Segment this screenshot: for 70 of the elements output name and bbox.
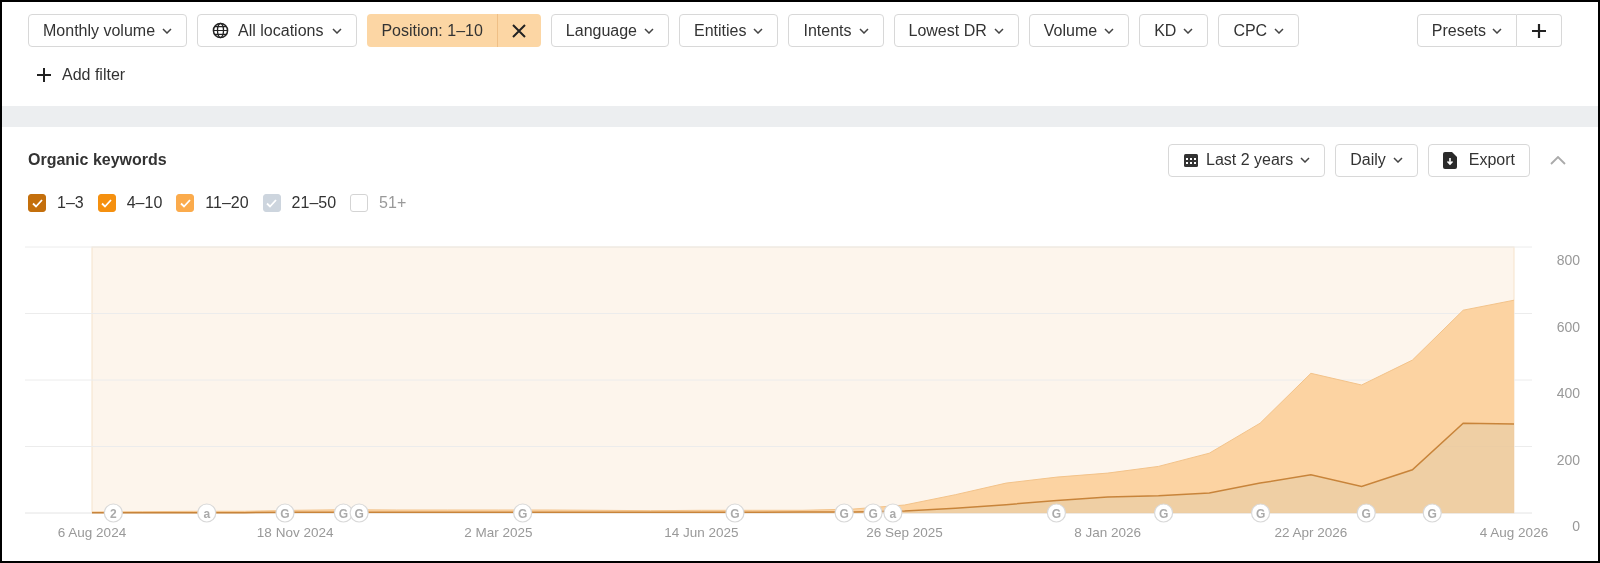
check-icon xyxy=(266,198,278,208)
filter-dropdown[interactable]: Lowest DR xyxy=(893,14,1019,47)
calendar-icon xyxy=(1183,152,1200,168)
event-marker: a xyxy=(883,503,903,523)
axis-label: 800 xyxy=(1556,252,1580,268)
event-marker: G xyxy=(513,503,533,523)
chevron-down-icon xyxy=(1104,27,1115,34)
event-marker: G xyxy=(863,503,883,523)
chevron-down-icon xyxy=(753,27,764,34)
chevron-down-icon xyxy=(644,27,654,34)
chevron-down-icon xyxy=(993,27,1004,34)
chevron-down-icon xyxy=(332,27,343,34)
close-icon[interactable] xyxy=(512,23,527,38)
legend-checkbox[interactable]: 11–20 xyxy=(176,191,249,215)
chevron-down-icon xyxy=(858,27,869,34)
axis-label: 14 Jun 2025 xyxy=(664,525,739,540)
filter-dropdown[interactable]: Entities xyxy=(679,14,779,47)
plus-icon xyxy=(1531,22,1547,39)
axis-label: 26 Sep 2025 xyxy=(866,525,943,540)
axis-label: 22 Apr 2026 xyxy=(1274,525,1348,540)
axis-label: 4 Aug 2026 xyxy=(1479,525,1549,540)
panel-title: Organic keywords xyxy=(28,150,167,170)
event-marker: G xyxy=(725,503,745,523)
applied-filter[interactable]: Position: 1–10 xyxy=(367,14,541,47)
axis-label: 6 Aug 2024 xyxy=(57,525,127,540)
event-marker: a xyxy=(197,503,217,523)
event-marker: G xyxy=(1422,503,1442,523)
filter-dropdown[interactable]: Volume xyxy=(1028,14,1130,47)
event-marker: G xyxy=(275,503,295,523)
chevron-down-icon xyxy=(1300,157,1311,163)
axis-label: 0 xyxy=(1572,518,1580,534)
filter-dropdown[interactable]: Monthly volume xyxy=(28,14,188,47)
chevron-down-icon xyxy=(1183,27,1194,34)
check-icon xyxy=(179,198,191,208)
download-file-icon xyxy=(1442,151,1457,169)
event-marker: 2 xyxy=(103,503,123,523)
legend-checkbox[interactable]: 21–50 xyxy=(262,191,337,215)
event-marker: G xyxy=(834,503,854,523)
chevron-down-icon xyxy=(1492,27,1502,34)
check-icon xyxy=(101,198,113,208)
globe-icon xyxy=(212,22,230,39)
axis-label: 8 Jan 2026 xyxy=(1074,525,1142,540)
chevron-down-icon xyxy=(162,27,173,34)
add-preset-button[interactable] xyxy=(1517,14,1562,47)
period-dropdown[interactable]: Last 2 years xyxy=(1168,143,1326,177)
chevron-down-icon xyxy=(1274,27,1285,34)
axis-label: 18 Nov 2024 xyxy=(256,525,334,540)
event-marker: G xyxy=(1356,503,1376,523)
filter-dropdown[interactable]: Intents xyxy=(788,14,884,47)
filter-dropdown[interactable]: Language xyxy=(550,14,669,47)
chevron-down-icon xyxy=(1392,157,1403,163)
interval-dropdown[interactable]: Daily xyxy=(1335,143,1418,177)
chevron-up-icon xyxy=(1550,155,1566,165)
legend-checkbox[interactable]: 4–10 xyxy=(97,191,163,215)
event-marker: G xyxy=(1251,503,1271,523)
export-button[interactable]: Export xyxy=(1427,143,1530,177)
presets-dropdown[interactable]: Presets xyxy=(1416,14,1517,47)
check-icon xyxy=(31,198,43,208)
axis-label: 2 Mar 2025 xyxy=(464,525,533,540)
filter-dropdown[interactable]: KD xyxy=(1139,14,1209,47)
event-marker: G xyxy=(1046,503,1066,523)
axis-label: 600 xyxy=(1556,318,1580,335)
legend-checkbox[interactable]: 1–3 xyxy=(28,191,84,215)
event-marker: G xyxy=(349,503,369,523)
filter-dropdown[interactable]: CPC xyxy=(1218,14,1300,47)
event-marker: G xyxy=(1154,503,1174,523)
axis-label: 400 xyxy=(1556,385,1580,401)
axis-label: 200 xyxy=(1556,451,1580,468)
plus-icon xyxy=(36,66,52,83)
location-dropdown[interactable]: All locations xyxy=(197,14,358,47)
